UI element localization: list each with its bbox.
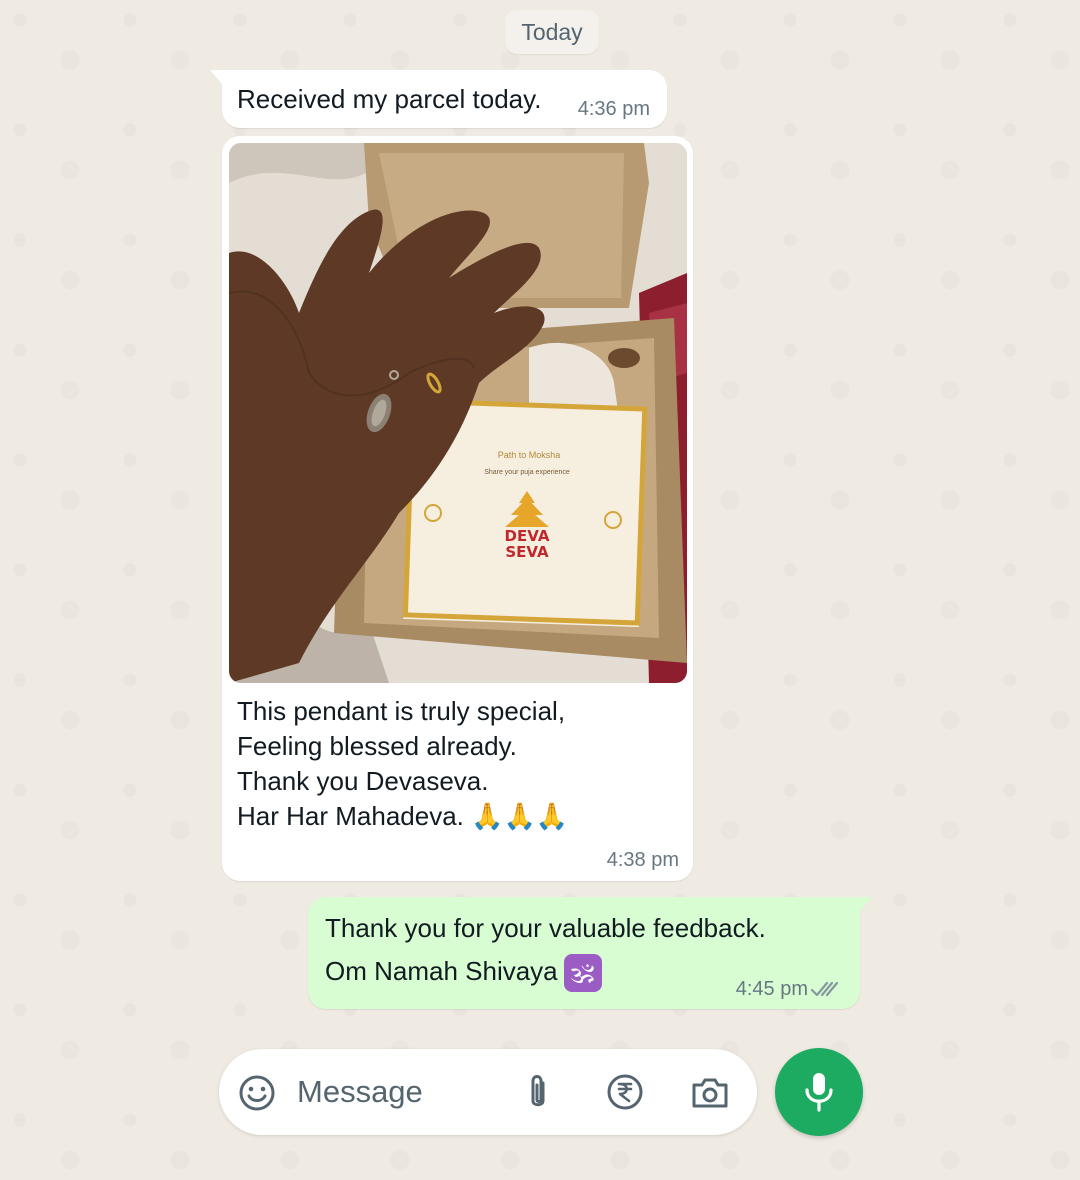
om-emoji: 🕉: [563, 954, 602, 993]
incoming-message[interactable]: Received my parcel today. 4:36 pm: [210, 70, 667, 128]
double-check-icon: [810, 981, 839, 997]
message-composer: [219, 1049, 757, 1135]
message-time: 4:38 pm: [606, 849, 679, 871]
message-line: Thank you for your valuable feedback.: [325, 913, 766, 943]
rupee-icon[interactable]: [603, 1070, 647, 1114]
message-text: Thank you for your valuable feedback. Om…: [325, 907, 766, 993]
caption-line: Thank you Devaseva.: [237, 766, 489, 796]
card-text-line1: Path to Moksha: [498, 450, 561, 460]
caption-line: Har Har Mahadeva. 🙏🙏🙏: [237, 801, 569, 831]
message-text: Received my parcel today.: [237, 84, 542, 114]
emoji-icon[interactable]: [238, 1074, 276, 1112]
mic-button[interactable]: [775, 1048, 863, 1136]
image-caption: This pendant is truly special, Feeling b…: [237, 694, 677, 834]
message-line-text: Om Namah Shivaya: [325, 956, 558, 986]
caption-line: Feeling blessed already.: [237, 731, 517, 761]
caption-line: This pendant is truly special,: [237, 696, 566, 726]
message-time: 4:45 pm: [735, 978, 808, 1000]
message-photo[interactable]: Path to Moksha Share your puja experienc…: [229, 143, 687, 683]
paperclip-icon[interactable]: [516, 1071, 560, 1115]
message-input[interactable]: [297, 1069, 507, 1115]
outgoing-message[interactable]: Thank you for your valuable feedback. Om…: [308, 897, 872, 1009]
mic-icon: [805, 1073, 833, 1112]
card-text-line2: Share your puja experience: [484, 469, 570, 476]
camera-icon[interactable]: [688, 1071, 732, 1115]
message-line: Om Namah Shivaya 🕉: [325, 950, 766, 993]
incoming-image-message[interactable]: Path to Moksha Share your puja experienc…: [222, 136, 693, 881]
message-time: 4:36 pm: [577, 98, 650, 120]
date-divider: Today: [505, 10, 599, 54]
logo-text-line2: SEVA: [505, 543, 549, 561]
